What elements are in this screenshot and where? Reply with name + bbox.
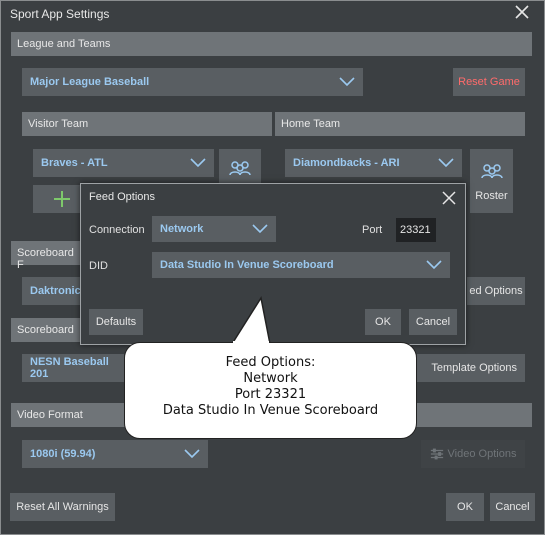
roster-icon <box>480 164 503 179</box>
roster-icon <box>229 161 251 176</box>
reset-game-button[interactable]: Reset Game <box>453 68 525 96</box>
cancel-button[interactable]: Cancel <box>490 493 535 521</box>
feed-options-button[interactable]: ed Options <box>467 277 525 305</box>
defaults-button[interactable]: Defaults <box>89 309 143 335</box>
home-team-value: Diamondbacks - ARI <box>293 157 400 169</box>
did-label: DID <box>89 260 108 272</box>
scoreboard-dropdown[interactable]: NESN Baseball 201 <box>22 354 124 382</box>
callout-line-2: Network <box>243 371 298 386</box>
chevron-down-icon <box>339 77 355 87</box>
did-value: Data Studio In Venue Scoreboard <box>160 259 334 271</box>
home-team-header: Home Team <box>275 112 525 136</box>
dialog-title: Feed Options <box>89 191 156 203</box>
reset-all-warnings-button[interactable]: Reset All Warnings <box>10 493 115 521</box>
video-options-button[interactable]: Video Options <box>421 440 525 468</box>
connection-value: Network <box>160 223 204 235</box>
scoreboard-feed-dropdown[interactable]: Daktronics <box>22 277 87 305</box>
home-team-dropdown[interactable]: Diamondbacks - ARI <box>285 149 462 177</box>
connection-dropdown[interactable]: Network <box>152 216 276 242</box>
visitor-team-value: Braves - ATL <box>41 157 108 169</box>
scoreboard-header: Scoreboard <box>11 318 81 342</box>
dialog-cancel-button[interactable]: Cancel <box>409 309 457 335</box>
callout-bubble: Feed Options: Network Port 23321 Data St… <box>124 342 417 439</box>
feed-options-dialog: Feed Options Connection Network Port 233… <box>80 183 466 345</box>
window-title: Sport App Settings <box>10 7 110 21</box>
scoreboard-feed-header: Scoreboard F <box>11 241 81 271</box>
callout-line-4: Data Studio In Venue Scoreboard <box>162 403 379 418</box>
chevron-down-icon <box>438 158 454 168</box>
did-dropdown[interactable]: Data Studio In Venue Scoreboard <box>152 252 450 278</box>
chevron-down-icon <box>252 224 268 234</box>
ok-button[interactable]: OK <box>446 493 484 521</box>
scoreboard-value: NESN Baseball 201 <box>30 356 109 380</box>
port-input[interactable]: 23321 <box>396 218 436 242</box>
close-icon[interactable] <box>441 190 457 206</box>
callout-line-3: Port 23321 <box>234 387 307 402</box>
callout-tail-mask <box>233 341 269 345</box>
roster-label: Roster <box>475 190 508 202</box>
video-format-dropdown[interactable]: 1080i (59.94) <box>22 440 208 468</box>
close-icon[interactable] <box>514 4 534 24</box>
dialog-ok-button[interactable]: OK <box>365 309 401 335</box>
league-section-header: League and Teams <box>11 32 532 56</box>
league-value: Major League Baseball <box>30 76 150 88</box>
visitor-team-dropdown[interactable]: Braves - ATL <box>33 149 214 177</box>
video-format-value: 1080i (59.94) <box>30 448 96 460</box>
chevron-down-icon <box>190 158 206 168</box>
connection-label: Connection <box>89 224 145 236</box>
template-options-button[interactable]: Template Options <box>417 354 525 382</box>
league-dropdown[interactable]: Major League Baseball <box>22 68 363 96</box>
scoreboard-feed-value: Daktronics <box>30 285 87 297</box>
port-label: Port <box>362 224 383 236</box>
chevron-down-icon <box>426 260 442 270</box>
visitor-team-header: Visitor Team <box>22 112 272 136</box>
chevron-down-icon <box>184 449 200 459</box>
callout-line-1: Feed Options: <box>225 355 316 370</box>
video-options-label: Video Options <box>447 448 517 460</box>
home-roster-button[interactable]: Roster <box>470 149 513 213</box>
sliders-icon <box>430 448 443 460</box>
add-icon <box>54 191 70 207</box>
